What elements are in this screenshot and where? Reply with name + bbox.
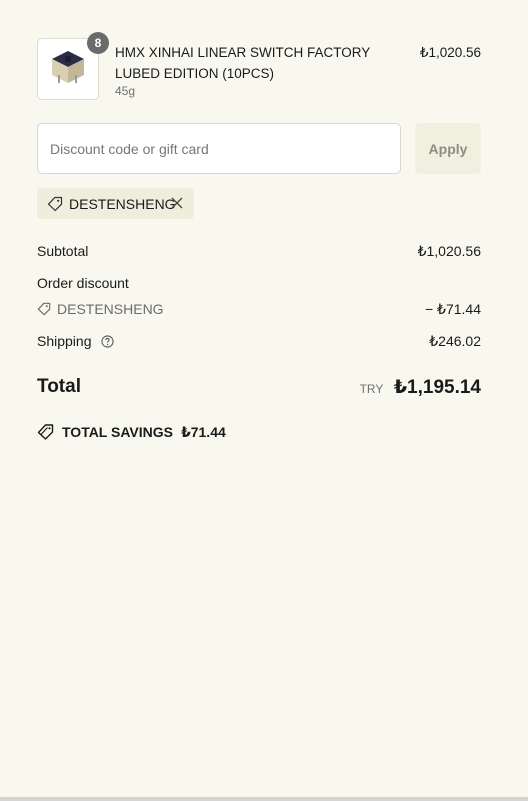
savings-label: TOTAL SAVINGS <box>62 424 173 440</box>
line-item: 8 HMX XINHAI LINEAR SWITCH FACTORY LUBED… <box>37 32 481 102</box>
savings-amount: ₺71.44 <box>180 423 226 440</box>
total-label: Total <box>37 376 81 397</box>
bottom-divider <box>0 797 528 801</box>
total-savings: TOTAL SAVINGS ₺71.44 <box>37 423 226 441</box>
product-weight: 45g <box>115 84 136 98</box>
tag-icon <box>37 302 51 316</box>
total-amount-group: TRY ₺1,195.14 <box>360 376 481 399</box>
tag-icon <box>37 423 55 441</box>
subtotal-row: Subtotal ₺1,020.56 <box>37 241 481 261</box>
discount-code-row: DESTENSHENG − ₺71.44 <box>37 299 481 319</box>
currency-code: TRY <box>359 382 384 396</box>
product-image <box>44 45 92 93</box>
remove-discount-close-icon[interactable] <box>170 196 184 210</box>
quantity-badge: 8 <box>87 32 109 54</box>
total-amount: ₺1,195.14 <box>393 377 481 398</box>
product-title: HMX XINHAI LINEAR SWITCH FACTORY LUBED E… <box>115 45 371 81</box>
discount-code-label: DESTENSHENG <box>57 301 164 317</box>
product-price: ₺1,020.56 <box>419 45 481 60</box>
discount-value: − ₺71.44 <box>424 301 481 317</box>
order-discount-label: Order discount <box>37 275 129 291</box>
help-circle-icon[interactable] <box>101 333 114 348</box>
subtotal-value: ₺1,020.56 <box>417 243 481 259</box>
discount-code-summary: DESTENSHENG <box>37 299 481 319</box>
discount-code-input[interactable] <box>37 123 401 174</box>
tag-icon <box>47 196 63 212</box>
order-discount-row: Order discount <box>37 273 481 293</box>
apply-button[interactable]: Apply <box>415 123 481 174</box>
shipping-label: Shipping <box>37 333 92 349</box>
applied-discount-tag: DESTENSHENG <box>37 188 194 219</box>
shipping-row: Shipping ₺246.02 <box>37 331 481 351</box>
subtotal-label: Subtotal <box>37 243 89 259</box>
shipping-value: ₺246.02 <box>429 333 481 349</box>
applied-code-label: DESTENSHENG <box>69 195 176 212</box>
product-thumbnail: 8 <box>37 32 109 100</box>
